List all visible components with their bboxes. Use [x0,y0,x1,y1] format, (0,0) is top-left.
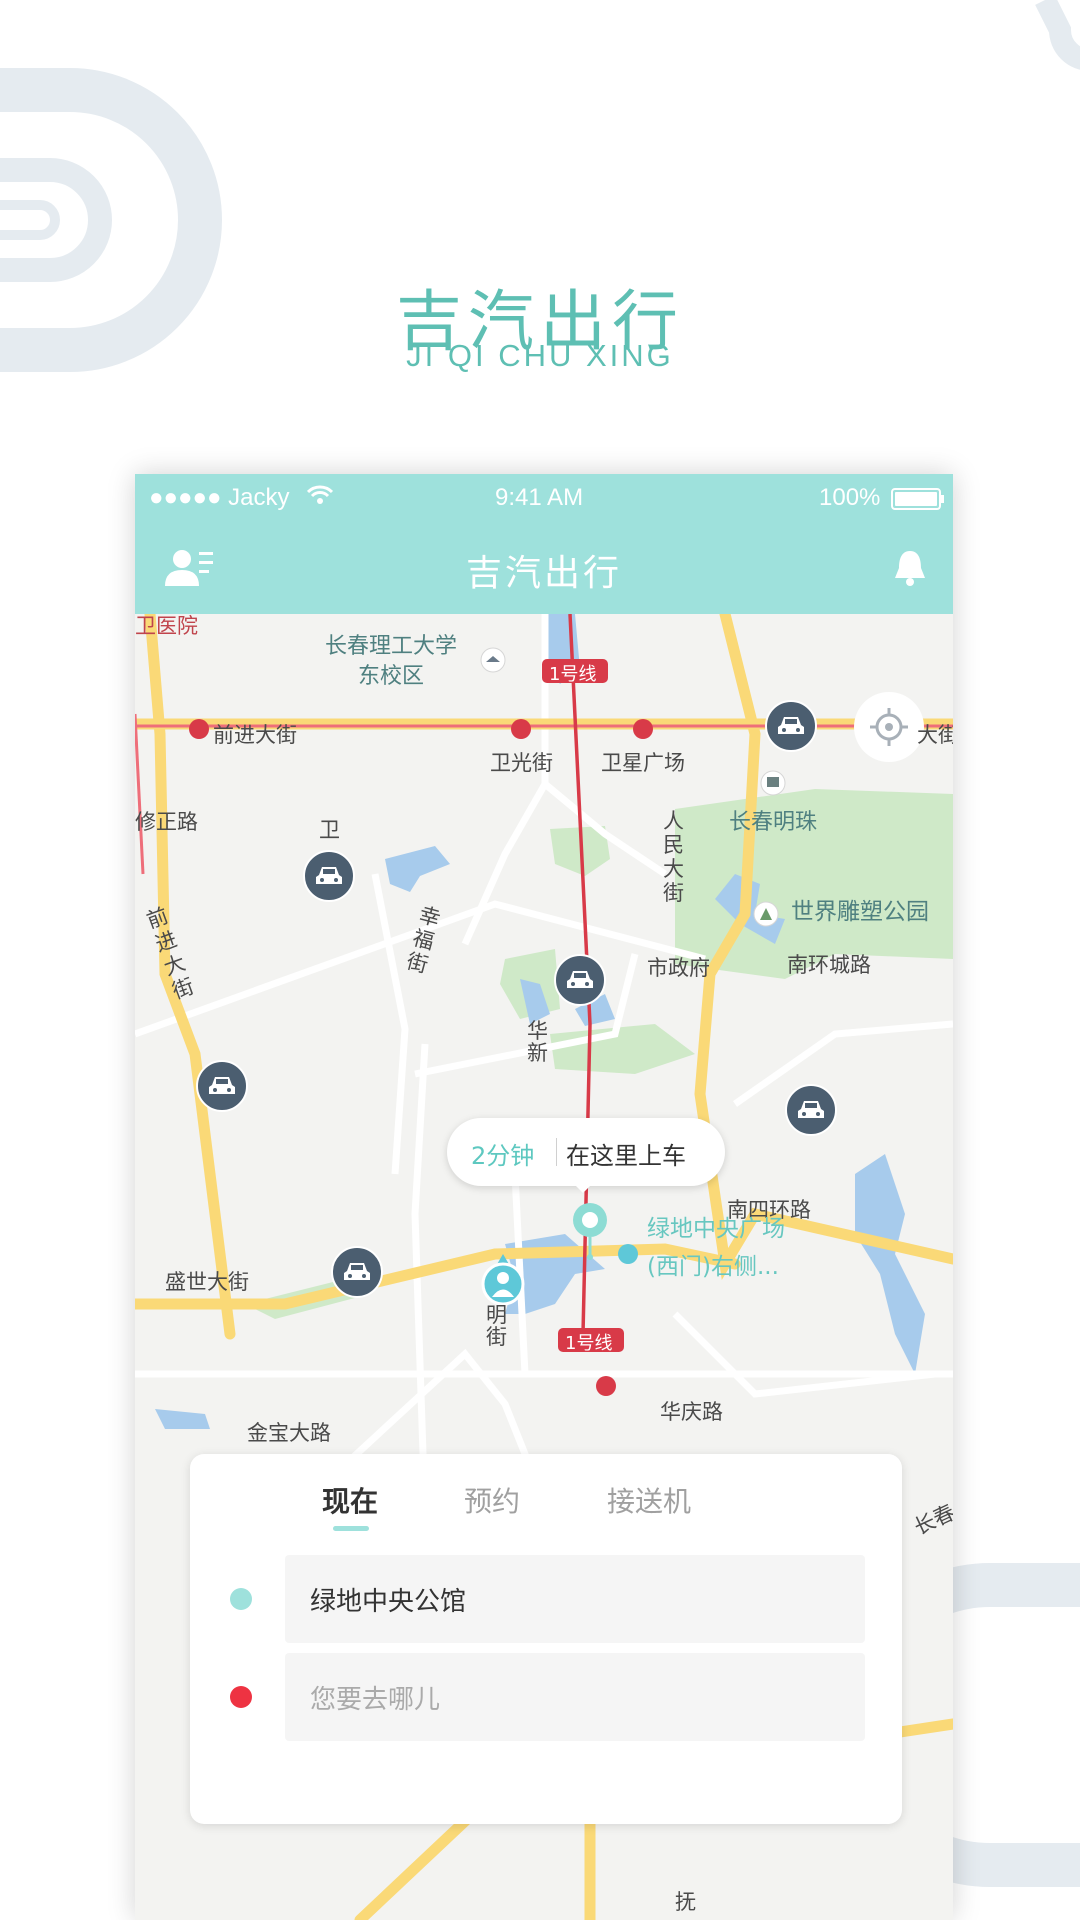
active-tab-indicator [333,1526,369,1531]
pickup-callout[interactable]: 2分钟 在这里上车 [447,1118,725,1193]
map-label-fu: 抚 [675,1890,696,1914]
map-label-weiguang-street: 卫光街 [490,751,553,775]
tab-reserve[interactable]: 预约 [464,1480,520,1520]
origin-field[interactable]: 绿地中央公馆 [285,1555,865,1643]
car-icon[interactable] [785,1084,837,1136]
bell-icon [895,551,925,586]
map-label-sculpture-park: 世界雕塑公园 [791,899,929,925]
map-label-jinbao-road: 金宝大路 [247,1421,331,1445]
notifications-button[interactable] [893,548,927,588]
status-time: 9:41 AM [495,484,584,511]
callout-tail [574,1184,592,1193]
map-label-qianjin-street: 前进大街 [213,723,297,747]
locate-me-button[interactable] [854,692,924,762]
map-label-university: 长春理工大学 东校区 [325,634,458,689]
map-label-renmin-street: 人 民 大 街 [663,809,684,905]
map-label-shengshi-street: 盛世大街 [165,1270,249,1294]
map-label-xiuzheng-road: 修正路 [135,810,198,834]
pickup-location-label: 绿地中央广场 (西门)右侧... [647,1216,785,1280]
car-icon[interactable] [303,850,355,902]
callout-divider [556,1138,557,1166]
origin-dot [230,1588,252,1610]
destination-field[interactable]: 您要去哪儿 [285,1653,865,1741]
destination-dot [230,1686,252,1708]
map-label-ming-street: 明 街 [486,1303,507,1349]
map-label-nanhuan-road: 南环城路 [787,953,871,977]
map-label-weixing-square: 卫星广场 [601,751,685,775]
map-label-mingzhu: 长春明珠 [729,810,818,835]
tab-now[interactable]: 现在 [322,1480,378,1520]
metro-line-label-top: 1号线 [549,664,597,685]
battery-icon [891,488,945,517]
car-icon[interactable] [331,1246,383,1298]
wifi-icon [306,484,334,513]
car-icon[interactable] [554,954,606,1006]
status-carrier: ●●●●● Jacky [149,484,290,511]
tab-airport-transfer[interactable]: 接送机 [607,1480,691,1520]
ride-request-panel: 现在 预约 接送机 绿地中央公馆 您要去哪儿 [190,1454,902,1824]
app-header: ●●●●● Jacky 9:41 AM 100% 吉汽出行 [135,474,953,614]
map-label-huaqing-road: 华庆路 [660,1400,723,1424]
status-battery-percent: 100% [819,484,881,511]
origin-value: 绿地中央公馆 [310,1587,467,1617]
metro-line-label-bottom: 1号线 [565,1333,613,1354]
pickup-eta: 2分钟 [471,1142,535,1170]
phone-screen: ●●●●● Jacky 9:41 AM 100% 吉汽出行 1号线 1号线 卫医… [135,474,953,1920]
pickup-here-label: 在这里上车 [566,1142,686,1170]
brand-logo-english: JI QI CHU XING [406,338,674,373]
destination-placeholder: 您要去哪儿 [310,1685,441,1715]
map-label-huaxin: 华 新 [527,1019,548,1065]
page-title: 吉汽出行 [465,553,622,594]
map-label-shizhengfu: 市政府 [647,956,710,980]
car-icon[interactable] [765,700,817,752]
car-icon[interactable] [196,1060,248,1112]
map-label-wei: 卫 [319,818,340,842]
map-label-hospital: 卫医院 [135,614,198,638]
